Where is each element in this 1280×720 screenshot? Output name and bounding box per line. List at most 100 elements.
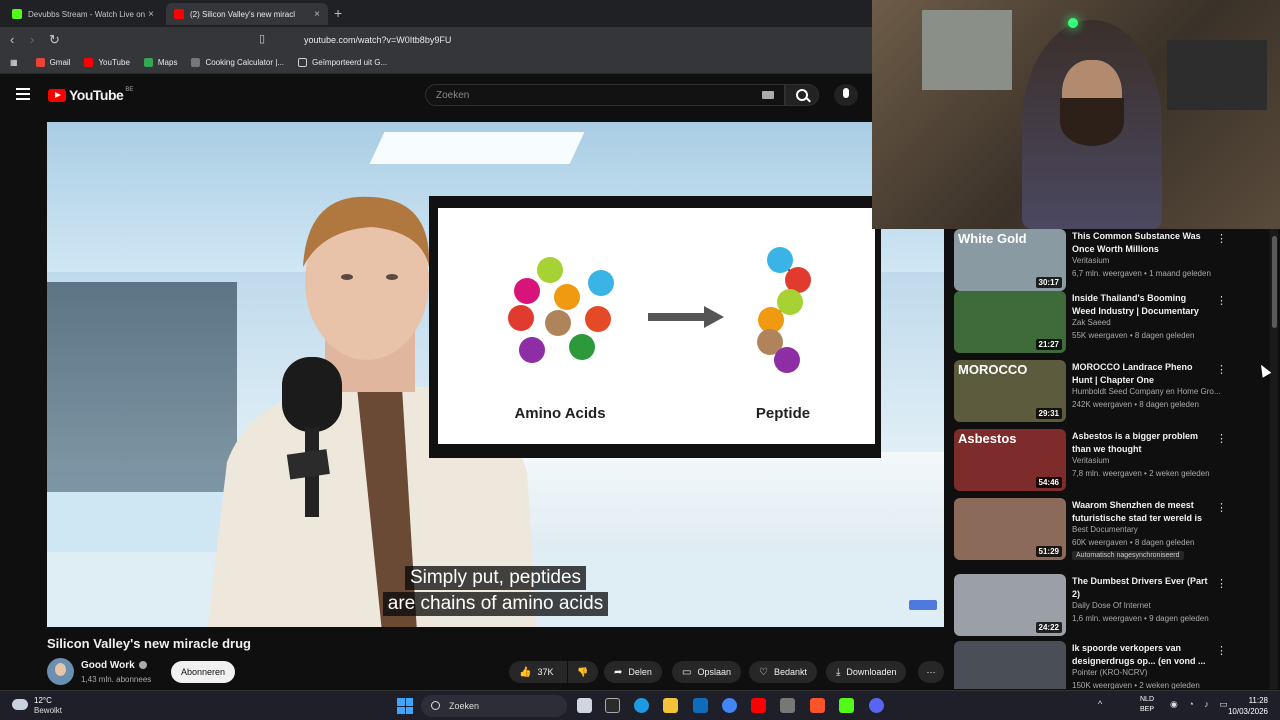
dislike-button[interactable]: 👎 bbox=[568, 661, 598, 683]
discord-icon[interactable] bbox=[869, 698, 884, 713]
bookmark-gmail[interactable]: Gmail bbox=[35, 58, 70, 67]
recommendation-title[interactable]: MOROCCO Landrace Pheno Hunt | Chapter On… bbox=[1072, 361, 1212, 387]
recommendation-channel[interactable]: Zak Saeed bbox=[1072, 318, 1111, 327]
recommendation-channel[interactable]: Best Documentary bbox=[1072, 525, 1138, 534]
video-thumbnail[interactable]: 21:27 bbox=[954, 291, 1066, 353]
more-options-icon[interactable]: ⋮ bbox=[1216, 644, 1227, 657]
task-view-icon[interactable] bbox=[577, 698, 592, 713]
weather-temperature[interactable]: 12°C bbox=[34, 696, 52, 705]
recommendation-item[interactable]: 24:22 The Dumbest Drivers Ever (Part 2) Da… bbox=[954, 574, 1264, 638]
scrollbar-thumb[interactable] bbox=[1272, 236, 1277, 328]
channel-avatar[interactable] bbox=[47, 658, 74, 685]
share-button[interactable]: ➦ Delen bbox=[604, 661, 662, 683]
recommendation-item[interactable]: MOROCCO 29:31 MOROCCO Landrace Pheno Hunt … bbox=[954, 360, 1264, 424]
recommendation-title[interactable]: The Dumbest Drivers Ever (Part 2) bbox=[1072, 575, 1212, 601]
youtube-logo[interactable]: YouTube BE bbox=[48, 87, 133, 103]
language-indicator[interactable]: NLD BEP bbox=[1140, 695, 1154, 715]
recommendation-channel[interactable]: Pointer (KRO-NCRV) bbox=[1072, 668, 1147, 677]
thumbs-up-icon: 👍 bbox=[519, 666, 532, 678]
taskbar-search[interactable]: Zoeken bbox=[421, 695, 567, 717]
recommendation-channel[interactable]: Veritasium bbox=[1072, 256, 1109, 265]
system-tray-icons[interactable]: ◉ ◔ ♪ ▭ bbox=[1170, 699, 1232, 710]
search-button[interactable] bbox=[785, 84, 819, 106]
recommendation-title[interactable]: This Common Substance Was Once Worth Mil… bbox=[1072, 230, 1212, 256]
video-player[interactable]: good bbox=[47, 122, 944, 627]
weather-description[interactable]: Bewolkt bbox=[34, 706, 62, 715]
like-button[interactable]: 👍 37K bbox=[509, 661, 567, 683]
menu-icon[interactable] bbox=[16, 88, 30, 100]
youtube-play-icon bbox=[48, 88, 66, 102]
outlook-icon[interactable] bbox=[693, 698, 708, 713]
reload-icon[interactable]: ↻ bbox=[49, 32, 60, 48]
thanks-button[interactable]: ♡ Bedankt bbox=[749, 661, 817, 683]
kick-app-icon[interactable] bbox=[839, 698, 854, 713]
calculator-icon[interactable] bbox=[780, 698, 795, 713]
peptide-chain bbox=[757, 247, 811, 373]
recommendation-title[interactable]: Ik spoorde verkopers van designerdrugs o… bbox=[1072, 642, 1212, 668]
recommendation-channel[interactable]: Daily Dose Of Internet bbox=[1072, 601, 1151, 610]
recommendation-item[interactable]: 51:29 Waarom Shenzhen de meest futuristis… bbox=[954, 498, 1264, 562]
bookmark-icon[interactable]: ▯ bbox=[259, 32, 265, 45]
forward-icon[interactable]: › bbox=[30, 32, 34, 47]
clock[interactable]: 11:28 10/03/2026 bbox=[1224, 695, 1268, 717]
video-thumbnail[interactable] bbox=[954, 641, 1066, 689]
file-explorer-icon[interactable] bbox=[663, 698, 678, 713]
widgets-icon[interactable] bbox=[605, 698, 620, 713]
voice-search-button[interactable] bbox=[834, 84, 858, 106]
bookmark-youtube[interactable]: YouTube bbox=[84, 58, 130, 67]
share-icon: ➦ bbox=[614, 666, 623, 678]
bookmark-folder-imported[interactable]: Geïmporteerd uit G... bbox=[298, 58, 387, 67]
recommendation-title[interactable]: Asbestos is a bigger problem than we tho… bbox=[1072, 430, 1212, 456]
scene-ceiling-light bbox=[369, 132, 585, 164]
video-duration: 30:17 bbox=[1035, 277, 1062, 288]
more-options-icon[interactable]: ⋮ bbox=[1216, 577, 1227, 590]
close-tab-icon[interactable]: × bbox=[148, 9, 154, 20]
close-tab-icon[interactable]: × bbox=[314, 9, 320, 20]
download-button[interactable]: ⤓ Downloaden bbox=[826, 661, 907, 683]
back-icon[interactable]: ‹ bbox=[10, 32, 14, 47]
video-thumbnail[interactable]: 24:22 bbox=[954, 574, 1066, 636]
more-options-icon[interactable]: ⋮ bbox=[1216, 363, 1227, 376]
bookmark-cooking-calculator[interactable]: Cooking Calculator |... bbox=[191, 58, 284, 67]
chrome-icon[interactable] bbox=[722, 698, 737, 713]
more-actions-button[interactable]: ⋯ bbox=[918, 661, 944, 683]
recommendation-item[interactable]: 21:27 Inside Thailand's Booming Weed Indu… bbox=[954, 291, 1264, 355]
browser-tab-kick[interactable]: Devubbs Stream - Watch Live on × bbox=[4, 3, 162, 25]
chevron-up-icon[interactable]: ^ bbox=[1098, 699, 1102, 709]
recommendation-channel[interactable]: Humboldt Seed Company en Home Gro... bbox=[1072, 387, 1221, 396]
video-thumbnail[interactable]: 51:29 bbox=[954, 498, 1066, 560]
bookmark-maps[interactable]: Maps bbox=[143, 58, 177, 67]
brave-icon[interactable] bbox=[810, 698, 825, 713]
more-options-icon[interactable]: ⋮ bbox=[1216, 294, 1227, 307]
recommendation-meta: 60K weergaven • 8 dagen geleden bbox=[1072, 538, 1195, 547]
thumbnail-text: White Gold bbox=[958, 231, 1027, 246]
edge-icon[interactable] bbox=[634, 698, 649, 713]
youtube-app-icon[interactable] bbox=[751, 698, 766, 713]
subtitle-line-1: Simply put, peptides bbox=[47, 566, 944, 590]
address-bar[interactable]: youtube.com/watch?v=W0Itb8by9FU bbox=[280, 30, 860, 49]
site-icon bbox=[191, 58, 201, 67]
keyboard-icon[interactable] bbox=[762, 91, 774, 99]
apps-icon[interactable]: ▦ bbox=[10, 58, 18, 67]
search-input[interactable]: Zoeken bbox=[425, 84, 785, 106]
recommendation-channel[interactable]: Veritasium bbox=[1072, 456, 1109, 465]
recommendation-item[interactable]: Asbestos 54:46 Asbestos is a bigger proble… bbox=[954, 429, 1264, 493]
video-thumbnail[interactable]: Asbestos 54:46 bbox=[954, 429, 1066, 491]
recommendation-item[interactable]: Ik spoorde verkopers van designerdrugs o… bbox=[954, 641, 1264, 689]
cloud-icon[interactable] bbox=[12, 699, 28, 710]
save-button[interactable]: ▭ Opslaan bbox=[672, 661, 741, 683]
video-thumbnail[interactable]: MOROCCO 29:31 bbox=[954, 360, 1066, 422]
recommendation-meta: 6,7 mln. weergaven • 1 maand geleden bbox=[1072, 269, 1211, 278]
more-options-icon[interactable]: ⋮ bbox=[1216, 432, 1227, 445]
more-options-icon[interactable]: ⋮ bbox=[1216, 232, 1227, 245]
browser-tab-youtube[interactable]: (2) Silicon Valley's new miracl × bbox=[166, 3, 328, 25]
new-tab-button[interactable]: + bbox=[334, 5, 342, 21]
windows-start-icon[interactable] bbox=[397, 698, 413, 714]
recommendation-item[interactable]: White Gold 30:17 This Common Substance Was… bbox=[954, 229, 1264, 293]
recommendation-title[interactable]: Inside Thailand's Booming Weed Industry … bbox=[1072, 292, 1212, 318]
video-thumbnail[interactable]: White Gold 30:17 bbox=[954, 229, 1066, 291]
recommendation-title[interactable]: Waarom Shenzhen de meest futuristische s… bbox=[1072, 499, 1212, 525]
channel-name[interactable]: Good Work bbox=[81, 660, 147, 671]
more-options-icon[interactable]: ⋮ bbox=[1216, 501, 1227, 514]
subscribe-button[interactable]: Abonneren bbox=[171, 661, 235, 683]
